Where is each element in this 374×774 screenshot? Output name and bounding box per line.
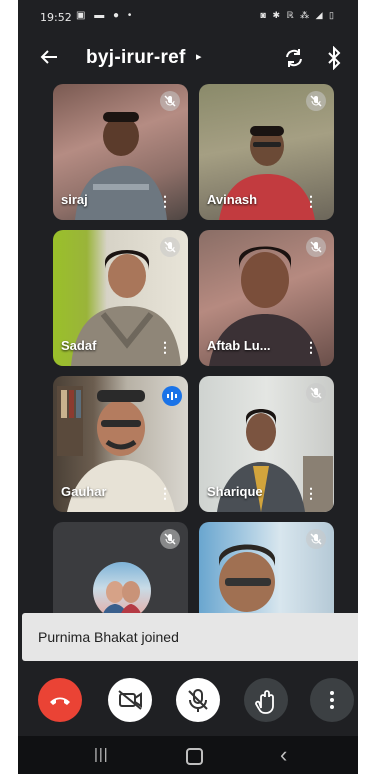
recent-apps-icon[interactable]: ||| xyxy=(94,746,109,763)
camera-off-icon[interactable] xyxy=(108,678,152,722)
more-vert-icon[interactable]: ⋮ xyxy=(304,340,318,354)
notification-icons: ▣ ▬ ● • xyxy=(76,10,135,21)
mic-off-icon xyxy=(306,383,326,403)
meeting-code[interactable]: byj-irur-ref xyxy=(86,47,186,69)
mic-off-icon xyxy=(160,529,180,549)
participant-name: Gauhar xyxy=(61,484,107,499)
mic-off-icon xyxy=(160,91,180,111)
call-controls xyxy=(18,676,358,724)
status-bar: 19:52 ▣ ▬ ● • ◙ ✱ ℝ ⁂ ◢ ▯ xyxy=(18,0,358,34)
participant-name: Aftab Lu... xyxy=(207,338,271,353)
participant-name: Avinash xyxy=(207,192,258,207)
mic-off-icon xyxy=(306,237,326,257)
back-icon[interactable]: ‹ xyxy=(280,742,287,768)
participant-tile[interactable]: Gauhar ⋮ xyxy=(53,376,188,512)
chevron-right-icon[interactable]: ▸ xyxy=(196,50,202,63)
bluetooth-icon[interactable] xyxy=(324,45,344,71)
home-icon[interactable] xyxy=(186,748,203,765)
avatar xyxy=(93,562,151,620)
raise-hand-icon[interactable] xyxy=(244,678,288,722)
back-arrow-icon[interactable] xyxy=(38,46,62,70)
phone-screen: 19:52 ▣ ▬ ● • ◙ ✱ ℝ ⁂ ◢ ▯ byj-irur-ref ▸… xyxy=(18,0,358,774)
speaking-indicator-icon xyxy=(162,386,182,406)
meeting-header: byj-irur-ref ▸ xyxy=(18,38,358,78)
participant-name: Sadaf xyxy=(61,338,97,353)
toast-text: Purnima Bhakat joined xyxy=(38,629,179,645)
switch-camera-icon[interactable] xyxy=(282,46,306,70)
mic-off-icon[interactable] xyxy=(176,678,220,722)
participant-tile[interactable]: Avinash ⋮ xyxy=(199,84,334,220)
participant-tile[interactable]: Sadaf ⋮ xyxy=(53,230,188,366)
participant-name: siraj xyxy=(61,192,88,207)
mic-off-icon xyxy=(306,529,326,549)
more-vert-icon[interactable]: ⋮ xyxy=(304,194,318,208)
more-vert-icon[interactable] xyxy=(310,678,354,722)
status-time: 19:52 xyxy=(40,11,72,24)
more-vert-icon[interactable]: ⋮ xyxy=(304,486,318,500)
more-vert-icon[interactable]: ⋮ xyxy=(158,340,172,354)
more-vert-icon[interactable]: ⋮ xyxy=(158,486,172,500)
join-notification-toast: Purnima Bhakat joined xyxy=(22,613,358,661)
more-vert-icon[interactable]: ⋮ xyxy=(158,194,172,208)
participant-name: Sharique xyxy=(207,484,263,499)
system-status-icons: ◙ ✱ ℝ ⁂ ◢ ▯ xyxy=(260,10,336,20)
participant-tile[interactable]: Sharique ⋮ xyxy=(199,376,334,512)
mic-off-icon xyxy=(160,237,180,257)
participant-tile[interactable]: Aftab Lu... ⋮ xyxy=(199,230,334,366)
mic-off-icon xyxy=(306,91,326,111)
system-nav-bar: ||| ‹ xyxy=(18,736,358,774)
end-call-icon[interactable] xyxy=(38,678,82,722)
participant-tile[interactable]: siraj ⋮ xyxy=(53,84,188,220)
